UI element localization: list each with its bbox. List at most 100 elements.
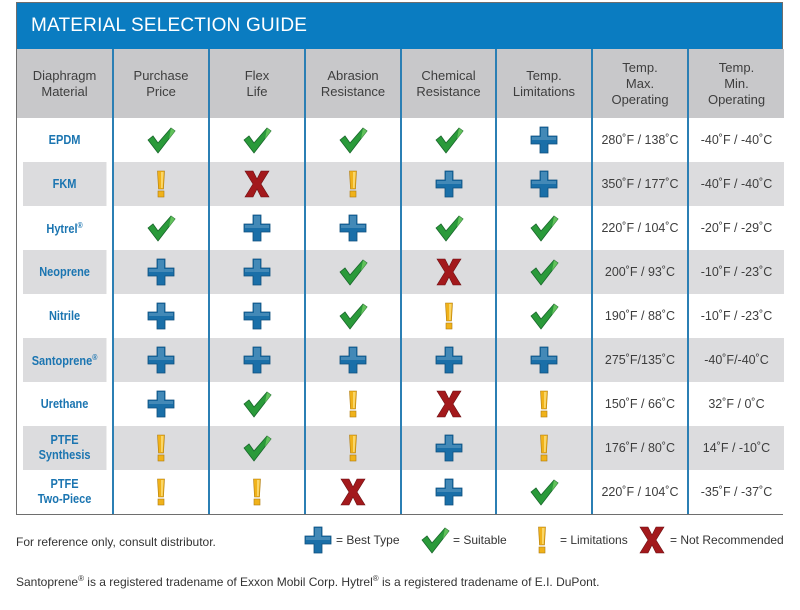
table-row: Urethane 150˚F / 66˚C 32˚F / 0˚C — [17, 382, 784, 426]
rating-cell — [495, 162, 592, 206]
column-header-row: Diaphragm Material Purchase Price Flex Life Ab… — [17, 49, 784, 118]
material-table: Diaphragm Material Purchase Price Flex Life Ab… — [17, 49, 784, 514]
table-row: Neoprene 200˚F / 93˚C -10˚F / -23˚C — [17, 250, 784, 294]
temp-max-cell: 176˚F / 80˚C — [591, 426, 688, 470]
registered-mark: ® — [92, 353, 98, 363]
column-header-text: Operating — [611, 91, 669, 107]
x-icon — [338, 477, 368, 507]
rating-cell — [400, 426, 496, 470]
column-header-text: Diaphragm — [32, 67, 97, 83]
material-name-text: Synthesis — [38, 448, 91, 462]
column-header-text: Limitations — [512, 83, 576, 99]
rating-cell — [208, 426, 305, 470]
column-header-text: Max. — [625, 75, 655, 91]
temp-min-cell: 14˚F / -10˚C — [687, 426, 784, 470]
rating-cell — [304, 426, 401, 470]
checkmark-icon — [146, 213, 176, 243]
plus-icon — [242, 257, 272, 287]
rating-cell — [208, 118, 305, 162]
column-header-text: Chemical — [421, 67, 476, 83]
rating-cell — [495, 206, 592, 250]
rating-cell — [400, 206, 496, 250]
legend-item-best: = Best Type — [303, 525, 400, 555]
column-header-text: Resistance — [416, 83, 481, 99]
material-name-text: Nitrile — [48, 308, 81, 323]
legend-label: = Suitable — [453, 533, 507, 547]
rating-cell — [400, 470, 496, 514]
rating-cell — [400, 162, 496, 206]
plus-icon — [338, 213, 368, 243]
column-header: Temp. Limitations — [495, 49, 592, 118]
rating-cell — [304, 470, 401, 514]
plus-icon — [146, 389, 176, 419]
column-header: Temp. Max. Operating — [591, 49, 688, 118]
rating-cell — [208, 338, 305, 382]
rating-cell — [208, 382, 305, 426]
plus-icon — [146, 257, 176, 287]
table-row: Nitrile 190˚F / 88˚C -10˚F / -23˚C — [17, 294, 784, 338]
material-name-text: Hytrel — [46, 222, 78, 237]
plus-icon — [434, 477, 464, 507]
footer-text-2: is a registered tradename of E.I. DuPont… — [378, 575, 600, 589]
rating-cell — [495, 118, 592, 162]
temp-max-cell: 275˚F/135˚C — [591, 338, 688, 382]
column-header-text: Operating — [707, 91, 766, 107]
rating-cell — [208, 162, 305, 206]
checkmark-icon — [146, 125, 176, 155]
checkmark-icon — [420, 525, 450, 555]
exclamation-icon — [146, 169, 176, 199]
checkmark-icon — [529, 477, 559, 507]
exclamation-icon — [529, 433, 559, 463]
material-name-text: Santoprene — [31, 354, 93, 369]
rating-cell — [304, 294, 401, 338]
rating-cell — [112, 470, 209, 514]
plus-icon — [529, 345, 559, 375]
temp-max-cell: 280˚F / 138˚C — [591, 118, 688, 162]
material-name-text: PTFE — [50, 477, 79, 491]
column-header-text: Abrasion — [327, 67, 379, 83]
plus-icon — [303, 525, 333, 555]
checkmark-icon — [338, 125, 368, 155]
material-name-text: Urethane — [40, 396, 89, 411]
plus-icon — [242, 345, 272, 375]
rating-cell — [495, 250, 592, 294]
registered-mark: ® — [77, 221, 83, 231]
material-name-text: EPDM — [48, 132, 81, 147]
temp-min-cell: -40˚F/-40˚C — [687, 338, 784, 382]
material-selection-guide: MATERIAL SELECTION GUIDE Diaphragm Materi… — [16, 2, 784, 515]
table-row: PTFE Two-Piece 220˚F / 104˚C -35˚F / -37˚C — [17, 470, 784, 514]
exclamation-icon — [338, 389, 368, 419]
exclamation-icon — [146, 477, 176, 507]
temp-max-cell: 190˚F / 88˚C — [591, 294, 688, 338]
column-header-text: Temp. — [718, 59, 755, 75]
rating-cell — [112, 338, 209, 382]
temp-min-cell: -35˚F / -37˚C — [687, 470, 784, 514]
rating-cell — [112, 162, 209, 206]
table-row: Hytrel® 220˚F / 104˚C -20˚F / -29˚C — [17, 206, 784, 250]
column-header-text: Purchase — [133, 67, 189, 83]
temp-min-cell: -10˚F / -23˚C — [687, 250, 784, 294]
material-name: Neoprene — [22, 250, 108, 294]
legend-item-suitable: = Suitable — [420, 525, 507, 555]
rating-cell — [495, 382, 592, 426]
rating-cell — [495, 426, 592, 470]
rating-cell — [400, 294, 496, 338]
trademark-footer: Santoprene® is a registered tradename of… — [16, 574, 599, 589]
rating-cell — [208, 250, 305, 294]
plus-icon — [242, 213, 272, 243]
rating-cell — [112, 382, 209, 426]
column-header: Diaphragm Material — [17, 49, 113, 118]
temp-max-cell: 220˚F / 104˚C — [591, 470, 688, 514]
material-name: PTFE Synthesis — [22, 426, 108, 470]
table-row: PTFE Synthesis 176˚F / 80˚C 14˚F / -10˚C — [17, 426, 784, 470]
rating-cell — [495, 338, 592, 382]
temp-min-cell: -10˚F / -23˚C — [687, 294, 784, 338]
column-header: Abrasion Resistance — [304, 49, 401, 118]
checkmark-icon — [529, 301, 559, 331]
material-name-text: Neoprene — [39, 264, 90, 279]
footer-santoprene: Santoprene — [16, 575, 79, 589]
rating-cell — [208, 294, 305, 338]
column-header-text: Min. — [724, 75, 749, 91]
exclamation-icon — [527, 525, 557, 555]
exclamation-icon — [529, 389, 559, 419]
